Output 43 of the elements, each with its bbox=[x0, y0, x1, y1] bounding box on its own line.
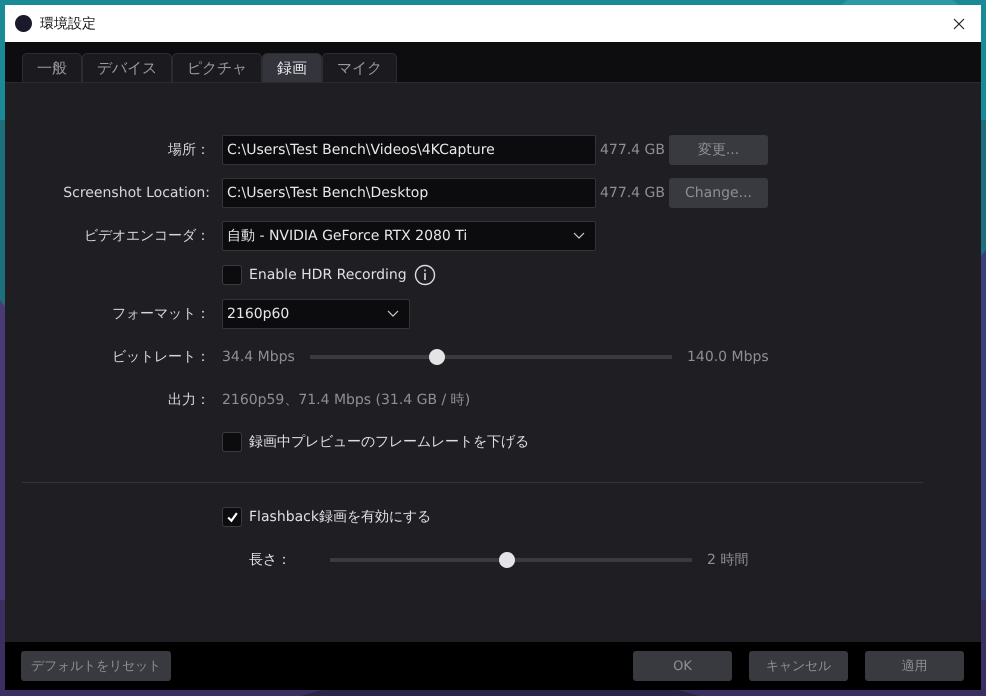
tab[interactable]: デバイス bbox=[82, 53, 172, 82]
chevron-down-icon bbox=[573, 232, 585, 239]
length-value-text: 2 時間 bbox=[707, 550, 748, 568]
close-icon[interactable] bbox=[953, 18, 965, 30]
change-button[interactable]: 変更... bbox=[669, 134, 768, 164]
info-icon[interactable] bbox=[414, 264, 436, 286]
dialog-button[interactable]: OK bbox=[633, 651, 732, 681]
slider-thumb[interactable] bbox=[428, 349, 445, 365]
checkbox-label: Enable HDR Recording bbox=[249, 266, 407, 282]
field-label: 場所： bbox=[167, 140, 210, 158]
checkbox-label: 録画中プレビューのフレームレートを下げる bbox=[249, 433, 529, 451]
field-label: 長さ： bbox=[249, 550, 292, 568]
encoder-dropdown[interactable]: 自動 - NVIDIA GeForce RTX 2080 Ti bbox=[222, 220, 596, 250]
app-logo-icon bbox=[15, 15, 32, 32]
dialog-button[interactable]: キャンセル bbox=[749, 651, 848, 681]
checkbox[interactable] bbox=[222, 432, 242, 452]
checkbox[interactable] bbox=[222, 264, 242, 284]
chevron-down-icon bbox=[387, 310, 399, 317]
field-label: フォーマット： bbox=[111, 304, 210, 322]
field-label: ビットレート： bbox=[111, 348, 210, 366]
reset-button[interactable]: デフォルトをリセット bbox=[21, 651, 171, 681]
change-button[interactable]: Change... bbox=[669, 178, 768, 208]
tab[interactable]: ピクチャ bbox=[172, 53, 262, 82]
free-space-text: 477.4 GB bbox=[599, 184, 666, 200]
min-value-text: 34.4 Mbps bbox=[222, 349, 296, 365]
input-field[interactable]: C:\Users\Test Bench\Desktop bbox=[222, 178, 596, 208]
format-dropdown[interactable]: 2160p60 bbox=[222, 298, 410, 328]
slider-thumb[interactable] bbox=[499, 552, 516, 568]
input-field[interactable]: C:\Users\Test Bench\Videos\4KCapture bbox=[222, 134, 596, 164]
max-value-text: 140.0 Mbps bbox=[687, 349, 769, 365]
tab[interactable]: 一般 bbox=[22, 53, 82, 82]
dialog-button[interactable]: 適用 bbox=[865, 651, 964, 681]
window-title: 環境設定 bbox=[40, 14, 96, 32]
free-space-text: 477.4 GB bbox=[599, 142, 666, 158]
checkbox[interactable] bbox=[222, 507, 242, 527]
field-label: ビデオエンコーダ： bbox=[83, 226, 210, 244]
tab[interactable]: マイク bbox=[322, 53, 397, 82]
field-label: 出力： bbox=[167, 390, 210, 408]
checkbox-label: Flashback録画を有効にする bbox=[249, 508, 431, 526]
output-text: 2160p59、71.4 Mbps (31.4 GB / 時) bbox=[222, 390, 470, 408]
tab[interactable]: 録画 bbox=[262, 53, 322, 82]
check-icon bbox=[226, 510, 238, 524]
field-label: Screenshot Location: bbox=[62, 184, 210, 200]
